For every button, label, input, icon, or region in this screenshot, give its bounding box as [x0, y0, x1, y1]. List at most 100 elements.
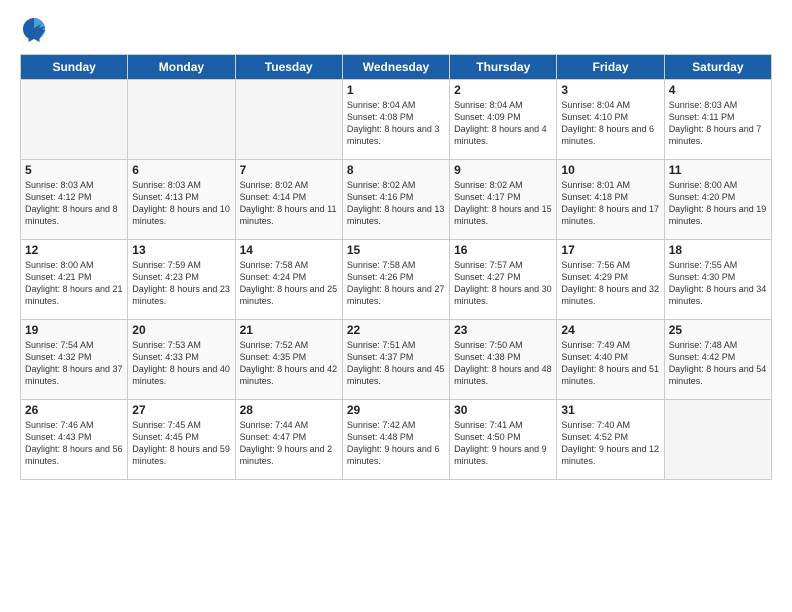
day-number: 10 — [561, 163, 659, 177]
day-number: 21 — [240, 323, 338, 337]
day-number: 1 — [347, 83, 445, 97]
cell-info: Sunrise: 7:52 AMSunset: 4:35 PMDaylight:… — [240, 339, 338, 388]
day-header-sunday: Sunday — [21, 55, 128, 80]
calendar-cell: 31 Sunrise: 7:40 AMSunset: 4:52 PMDayligh… — [557, 400, 664, 480]
cell-info: Sunrise: 7:42 AMSunset: 4:48 PMDaylight:… — [347, 419, 445, 468]
cell-info: Sunrise: 8:04 AMSunset: 4:09 PMDaylight:… — [454, 99, 552, 148]
calendar-cell: 17 Sunrise: 7:56 AMSunset: 4:29 PMDayligh… — [557, 240, 664, 320]
cell-info: Sunrise: 7:55 AMSunset: 4:30 PMDaylight:… — [669, 259, 767, 308]
calendar-cell: 20 Sunrise: 7:53 AMSunset: 4:33 PMDayligh… — [128, 320, 235, 400]
calendar-cell: 10 Sunrise: 8:01 AMSunset: 4:18 PMDayligh… — [557, 160, 664, 240]
calendar-cell: 8 Sunrise: 8:02 AMSunset: 4:16 PMDaylight… — [342, 160, 449, 240]
day-number: 24 — [561, 323, 659, 337]
calendar-week-3: 12 Sunrise: 8:00 AMSunset: 4:21 PMDayligh… — [21, 240, 772, 320]
day-number: 28 — [240, 403, 338, 417]
cell-info: Sunrise: 8:02 AMSunset: 4:14 PMDaylight:… — [240, 179, 338, 228]
day-header-saturday: Saturday — [664, 55, 771, 80]
day-number: 25 — [669, 323, 767, 337]
calendar-cell: 7 Sunrise: 8:02 AMSunset: 4:14 PMDaylight… — [235, 160, 342, 240]
cell-info: Sunrise: 7:45 AMSunset: 4:45 PMDaylight:… — [132, 419, 230, 468]
day-number: 2 — [454, 83, 552, 97]
day-number: 31 — [561, 403, 659, 417]
calendar-cell: 15 Sunrise: 7:58 AMSunset: 4:26 PMDayligh… — [342, 240, 449, 320]
day-header-wednesday: Wednesday — [342, 55, 449, 80]
page: SundayMondayTuesdayWednesdayThursdayFrid… — [0, 0, 792, 612]
calendar-cell: 22 Sunrise: 7:51 AMSunset: 4:37 PMDayligh… — [342, 320, 449, 400]
cell-info: Sunrise: 8:01 AMSunset: 4:18 PMDaylight:… — [561, 179, 659, 228]
cell-info: Sunrise: 7:41 AMSunset: 4:50 PMDaylight:… — [454, 419, 552, 468]
day-number: 14 — [240, 243, 338, 257]
calendar-cell — [21, 80, 128, 160]
calendar-week-1: 1 Sunrise: 8:04 AMSunset: 4:08 PMDaylight… — [21, 80, 772, 160]
calendar-cell — [664, 400, 771, 480]
day-number: 4 — [669, 83, 767, 97]
day-header-monday: Monday — [128, 55, 235, 80]
cell-info: Sunrise: 8:03 AMSunset: 4:13 PMDaylight:… — [132, 179, 230, 228]
day-number: 26 — [25, 403, 123, 417]
calendar-cell: 24Sunrise: 7:49 AMSunset: 4:40 PMDayligh… — [557, 320, 664, 400]
day-number: 3 — [561, 83, 659, 97]
calendar-cell: 30 Sunrise: 7:41 AMSunset: 4:50 PMDayligh… — [450, 400, 557, 480]
day-number: 22 — [347, 323, 445, 337]
calendar-cell: 25 Sunrise: 7:48 AMSunset: 4:42 PMDayligh… — [664, 320, 771, 400]
day-number: 20 — [132, 323, 230, 337]
cell-info: Sunrise: 7:51 AMSunset: 4:37 PMDaylight:… — [347, 339, 445, 388]
day-number: 5 — [25, 163, 123, 177]
cell-info: Sunrise: 8:03 AMSunset: 4:12 PMDaylight:… — [25, 179, 123, 228]
calendar-cell: 13 Sunrise: 7:59 AMSunset: 4:23 PMDayligh… — [128, 240, 235, 320]
calendar-cell: 3 Sunrise: 8:04 AMSunset: 4:10 PMDaylight… — [557, 80, 664, 160]
calendar-cell — [128, 80, 235, 160]
calendar-cell: 11Sunrise: 8:00 AMSunset: 4:20 PMDayligh… — [664, 160, 771, 240]
day-number: 23 — [454, 323, 552, 337]
day-number: 17 — [561, 243, 659, 257]
calendar-cell: 12 Sunrise: 8:00 AMSunset: 4:21 PMDayligh… — [21, 240, 128, 320]
day-number: 13 — [132, 243, 230, 257]
calendar-cell: 9 Sunrise: 8:02 AMSunset: 4:17 PMDaylight… — [450, 160, 557, 240]
day-header-tuesday: Tuesday — [235, 55, 342, 80]
calendar-cell: 5 Sunrise: 8:03 AMSunset: 4:12 PMDaylight… — [21, 160, 128, 240]
day-number: 27 — [132, 403, 230, 417]
cell-info: Sunrise: 8:00 AMSunset: 4:21 PMDaylight:… — [25, 259, 123, 308]
header — [20, 16, 772, 44]
cell-info: Sunrise: 7:59 AMSunset: 4:23 PMDaylight:… — [132, 259, 230, 308]
calendar-week-2: 5 Sunrise: 8:03 AMSunset: 4:12 PMDaylight… — [21, 160, 772, 240]
cell-info: Sunrise: 8:02 AMSunset: 4:17 PMDaylight:… — [454, 179, 552, 228]
day-number: 16 — [454, 243, 552, 257]
day-number: 29 — [347, 403, 445, 417]
logo — [20, 16, 52, 44]
cell-info: Sunrise: 7:50 AMSunset: 4:38 PMDaylight:… — [454, 339, 552, 388]
cell-info: Sunrise: 7:46 AMSunset: 4:43 PMDaylight:… — [25, 419, 123, 468]
day-number: 7 — [240, 163, 338, 177]
day-number: 9 — [454, 163, 552, 177]
cell-info: Sunrise: 8:04 AMSunset: 4:10 PMDaylight:… — [561, 99, 659, 148]
cell-info: Sunrise: 8:02 AMSunset: 4:16 PMDaylight:… — [347, 179, 445, 228]
cell-info: Sunrise: 7:44 AMSunset: 4:47 PMDaylight:… — [240, 419, 338, 468]
cell-info: Sunrise: 7:58 AMSunset: 4:24 PMDaylight:… — [240, 259, 338, 308]
cell-info: Sunrise: 7:58 AMSunset: 4:26 PMDaylight:… — [347, 259, 445, 308]
calendar-cell: 19Sunrise: 7:54 AMSunset: 4:32 PMDayligh… — [21, 320, 128, 400]
cell-info: Sunrise: 8:04 AMSunset: 4:08 PMDaylight:… — [347, 99, 445, 148]
day-number: 6 — [132, 163, 230, 177]
calendar-week-4: 19Sunrise: 7:54 AMSunset: 4:32 PMDayligh… — [21, 320, 772, 400]
day-header-thursday: Thursday — [450, 55, 557, 80]
day-number: 11 — [669, 163, 767, 177]
calendar-cell: 16 Sunrise: 7:57 AMSunset: 4:27 PMDayligh… — [450, 240, 557, 320]
cell-info: Sunrise: 7:53 AMSunset: 4:33 PMDaylight:… — [132, 339, 230, 388]
day-number: 30 — [454, 403, 552, 417]
calendar-cell: 6 Sunrise: 8:03 AMSunset: 4:13 PMDaylight… — [128, 160, 235, 240]
cell-info: Sunrise: 7:57 AMSunset: 4:27 PMDaylight:… — [454, 259, 552, 308]
calendar-cell: 2 Sunrise: 8:04 AMSunset: 4:09 PMDaylight… — [450, 80, 557, 160]
day-number: 15 — [347, 243, 445, 257]
logo-icon — [20, 16, 48, 44]
cell-info: Sunrise: 7:40 AMSunset: 4:52 PMDaylight:… — [561, 419, 659, 468]
day-number: 12 — [25, 243, 123, 257]
cell-info: Sunrise: 7:56 AMSunset: 4:29 PMDaylight:… — [561, 259, 659, 308]
calendar-cell: 1 Sunrise: 8:04 AMSunset: 4:08 PMDaylight… — [342, 80, 449, 160]
cell-info: Sunrise: 8:03 AMSunset: 4:11 PMDaylight:… — [669, 99, 767, 148]
day-number: 8 — [347, 163, 445, 177]
calendar-cell: 23 Sunrise: 7:50 AMSunset: 4:38 PMDayligh… — [450, 320, 557, 400]
cell-info: Sunrise: 7:48 AMSunset: 4:42 PMDaylight:… — [669, 339, 767, 388]
calendar: SundayMondayTuesdayWednesdayThursdayFrid… — [20, 54, 772, 480]
calendar-cell: 21 Sunrise: 7:52 AMSunset: 4:35 PMDayligh… — [235, 320, 342, 400]
day-number: 18 — [669, 243, 767, 257]
